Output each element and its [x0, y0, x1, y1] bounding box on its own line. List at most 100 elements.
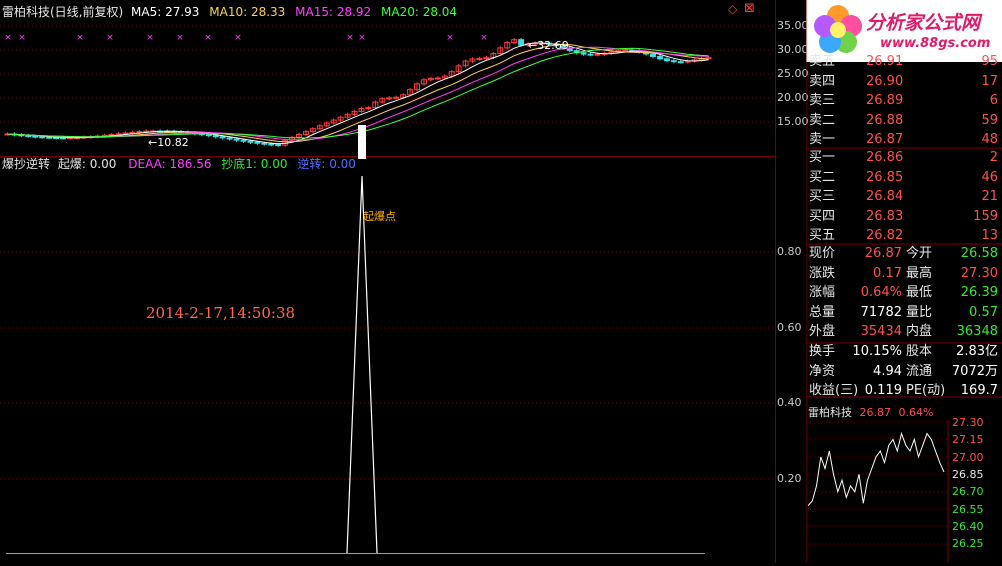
axis-tick-label: 0.60	[777, 320, 802, 334]
mini-axis-label: 26.25	[952, 537, 984, 551]
candle-body	[518, 39, 525, 46]
quote-row: 涨跌 0.17 最高 27.30	[806, 264, 1002, 284]
ma20-line	[7, 47, 709, 139]
close-icon[interactable]: ⊠	[744, 1, 755, 16]
candle-body	[240, 139, 247, 142]
order-volume: 6	[989, 93, 998, 108]
order-volume: 21	[981, 189, 998, 204]
order-price: 26.86	[866, 150, 904, 165]
axis-tick-label: 0.80	[777, 245, 802, 258]
ma10-label: MA10: 28.33	[209, 5, 286, 19]
order-price: 26.91	[866, 54, 904, 69]
quote-row: 总量 71782 量比 0.57	[806, 303, 1002, 323]
order-price: 26.88	[866, 112, 904, 128]
candle-body	[677, 61, 684, 64]
order-volume: 17	[981, 73, 998, 89]
order-label: 卖五	[809, 54, 836, 69]
candle-body	[205, 134, 212, 137]
order-label: 买一	[809, 150, 836, 165]
ma5-label: MA5: 27.93	[131, 5, 200, 19]
candle-body	[254, 141, 261, 144]
signal-marker: ×	[346, 33, 354, 43]
candle-body	[226, 137, 233, 140]
quote-label: 今开	[906, 246, 933, 261]
quote-value: 27.30	[960, 265, 998, 281]
stat-value: 2.83亿	[956, 344, 998, 359]
candle-body	[393, 96, 400, 99]
candle-body	[32, 135, 39, 138]
order-label: 卖三	[809, 93, 836, 108]
mini-axis-label: 26.55	[952, 502, 984, 516]
signal-bar	[358, 125, 366, 159]
qibao-point-annotation: 起爆点	[363, 209, 396, 223]
candle-body	[434, 77, 441, 80]
intraday-mini-chart[interactable]: 雷柏科技 26.87 0.64% 27.30 27.15 27.00 26.85 26.…	[806, 398, 1002, 563]
quote-label: 量比	[906, 304, 933, 320]
order-price: 26.85	[866, 169, 904, 185]
axis-tick-label: 20.00	[777, 91, 809, 104]
candle-body	[663, 58, 670, 62]
order-volume: 159	[973, 208, 998, 224]
deaa-label: DEAA: 186.56	[128, 157, 212, 171]
quote-row: 涨幅 0.64% 最低 26.39	[806, 283, 1002, 303]
signal-marker: ×	[4, 33, 12, 43]
candle-body	[587, 53, 594, 56]
sell-row: 卖四 26.90 17	[806, 72, 1002, 92]
mini-axis-label: 27.00	[952, 450, 984, 464]
order-price: 26.82	[866, 228, 904, 243]
candle-body	[53, 137, 60, 140]
signal-marker: ×	[106, 33, 114, 43]
order-price: 26.89	[866, 93, 904, 108]
axis-tick-label: 0.20	[777, 471, 802, 485]
quote-label: 涨幅	[809, 285, 836, 300]
mini-axis-label: 26.85	[952, 467, 984, 481]
buy-row: 买一 26.86 2	[806, 148, 1002, 168]
quote-value: 0.57	[969, 304, 998, 320]
quote-label: 最低	[906, 285, 933, 300]
order-label: 卖四	[809, 73, 836, 89]
candle-body	[46, 136, 53, 139]
order-volume: 59	[981, 112, 998, 128]
axis-tick-label: 30.00	[777, 43, 809, 56]
signal-marker: ×	[358, 33, 366, 43]
order-volume: 95	[981, 54, 998, 69]
candle-body	[212, 135, 219, 138]
kline-chart[interactable]: × × × × × × × × × × × × ←32.69 ←10.82 起爆点	[0, 0, 776, 563]
mini-axis-label: 26.40	[952, 519, 984, 533]
sell-row: 卖三 26.89 6	[806, 91, 1002, 111]
signal-marker: ×	[234, 33, 242, 43]
signal-marker: ×	[446, 33, 454, 43]
buy-row: 买三 26.84 21	[806, 187, 1002, 207]
chart-area[interactable]: × × × × × × × × × × × × ←32.69 ←10.82 起爆点	[0, 0, 776, 563]
quote-label: 涨跌	[809, 265, 836, 281]
order-label: 买四	[809, 208, 836, 224]
candle-body	[650, 53, 656, 57]
order-volume: 2	[989, 150, 998, 165]
candle-body	[670, 60, 677, 63]
candle-body	[268, 143, 275, 146]
sell-row: 卖一 26.87 48	[806, 130, 1002, 150]
axis-tick-label: 25.00	[777, 67, 809, 80]
sell-row: 卖五 26.91 95	[806, 52, 1002, 72]
quote-value: 71782	[860, 304, 902, 320]
datetime-label: 2014-2-17,14:50:38	[146, 304, 296, 322]
stat-value: 4.94	[873, 363, 902, 379]
mini-axis-label: 27.15	[952, 433, 984, 447]
quote-label: 内盘	[906, 324, 933, 339]
ma20-label: MA20: 28.04	[381, 5, 458, 19]
candle-body	[247, 140, 254, 143]
indicator-name: 爆抄逆转	[2, 157, 51, 171]
diamond-icon[interactable]: ◇	[728, 2, 737, 16]
buy-row: 买五 26.82 13	[806, 226, 1002, 246]
mini-axis-label: 27.30	[952, 416, 984, 429]
quote-value: 26.39	[960, 285, 998, 300]
stat-label: 换手	[809, 344, 836, 359]
candle-body	[656, 55, 663, 60]
buy-row: 买二 26.85 46	[806, 168, 1002, 188]
stat-label: 流通	[906, 363, 933, 379]
candle-body	[365, 107, 372, 110]
stock-title: 雷柏科技(日线,前复权)	[2, 5, 124, 19]
candle-body	[386, 97, 393, 100]
axis-tick-label: 15.00	[777, 115, 809, 128]
candle-body	[580, 52, 587, 55]
